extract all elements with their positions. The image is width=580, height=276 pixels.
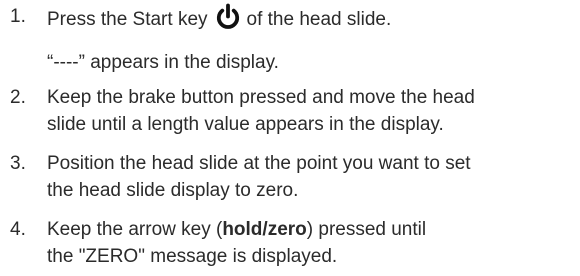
key-name: hold/zero — [222, 219, 307, 240]
step-line: Keep the brake button pressed and move t… — [47, 87, 475, 108]
power-icon — [214, 3, 242, 39]
step-number: 1. — [10, 6, 26, 27]
step-text: Position the head slide at the point you… — [47, 150, 577, 204]
step-line: Keep the arrow key (hold/zero) pressed u… — [47, 219, 427, 240]
step-note: “----” appears in the display. — [47, 52, 279, 73]
step-line: slide until a length value appears in th… — [47, 114, 444, 135]
step-text: Keep the arrow key (hold/zero) pressed u… — [47, 216, 577, 270]
step-number: 3. — [10, 153, 26, 174]
step-line: Press the Start key of the head slide. — [47, 3, 577, 39]
step-text: Press the Start key of the head slide. “-… — [47, 3, 577, 76]
step-line: the "ZERO" message is displayed. — [47, 246, 338, 267]
step-line: the head slide display to zero. — [47, 180, 299, 201]
step-number: 4. — [10, 219, 26, 240]
step-number: 2. — [10, 87, 26, 108]
instruction-list: 1. Press the Start key of the head slide.… — [0, 0, 580, 276]
step-line: Position the head slide at the point you… — [47, 153, 471, 174]
step-text: Keep the brake button pressed and move t… — [47, 84, 577, 138]
